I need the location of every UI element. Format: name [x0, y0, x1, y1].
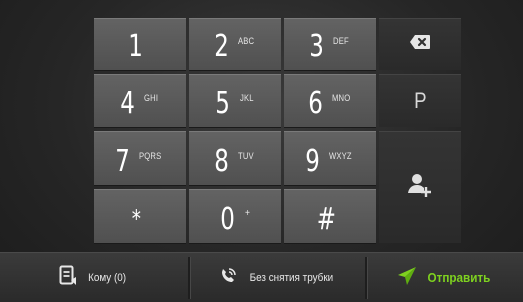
key-letters: TUV: [238, 151, 255, 161]
recipients-label: Кому (0): [88, 271, 127, 284]
recipients-card-icon: [59, 265, 77, 290]
key-5[interactable]: 5 JKL: [189, 74, 281, 127]
key-digit: 8: [214, 144, 229, 179]
key-letters: PQRS: [139, 151, 162, 161]
pause-label: P: [413, 88, 427, 113]
key-digit: 7: [115, 144, 131, 179]
key-star[interactable]: *: [94, 189, 186, 243]
key-9[interactable]: 9 WXYZ: [284, 131, 376, 185]
bottom-action-bar: Кому (0) Без снятия трубки Отправить: [0, 252, 523, 302]
key-letters: GHI: [144, 93, 159, 103]
key-digit: 5: [215, 86, 231, 121]
send-button[interactable]: Отправить: [368, 253, 523, 302]
key-1[interactable]: 1: [94, 18, 186, 70]
key-digit: 9: [305, 144, 320, 179]
key-digit: #: [316, 202, 336, 237]
pause-button[interactable]: P: [379, 74, 461, 127]
dialpad: 1 2 ABC 3 DEF 4 GHI 5 JKL 6 MNO 7 PQRS 8…: [0, 0, 523, 250]
key-4[interactable]: 4 GHI: [94, 74, 186, 127]
key-2[interactable]: 2 ABC: [189, 18, 281, 70]
key-3[interactable]: 3 DEF: [284, 18, 376, 70]
key-letters: JKL: [239, 93, 254, 103]
key-8[interactable]: 8 TUV: [189, 131, 281, 185]
key-letters: +: [244, 208, 250, 219]
backspace-icon: [409, 34, 431, 55]
phone-ringing-icon: [219, 267, 237, 288]
key-digit: 6: [307, 86, 323, 121]
key-letters: DEF: [333, 36, 350, 46]
add-contact-button[interactable]: [379, 131, 461, 243]
recipients-button[interactable]: Кому (0): [0, 253, 188, 302]
send-label: Отправить: [427, 270, 491, 285]
handsfree-button[interactable]: Без снятия трубки: [191, 253, 365, 302]
key-digit: 2: [214, 29, 229, 64]
backspace-button[interactable]: [379, 18, 461, 70]
key-digit: *: [131, 205, 141, 233]
key-letters: WXYZ: [329, 151, 352, 161]
send-arrow-icon: [397, 266, 417, 289]
add-contact-icon: [407, 171, 433, 204]
key-letters: ABC: [238, 36, 255, 46]
key-digit: 1: [128, 29, 144, 64]
key-0[interactable]: 0 +: [189, 189, 281, 243]
key-letters: MNO: [331, 93, 351, 103]
handsfree-label: Без снятия трубки: [249, 271, 333, 284]
key-digit: 4: [120, 86, 135, 121]
key-digit: 0: [220, 202, 236, 237]
key-7[interactable]: 7 PQRS: [94, 131, 186, 185]
key-digit: 3: [309, 29, 324, 64]
key-hash[interactable]: #: [284, 189, 376, 243]
key-6[interactable]: 6 MNO: [284, 74, 376, 127]
